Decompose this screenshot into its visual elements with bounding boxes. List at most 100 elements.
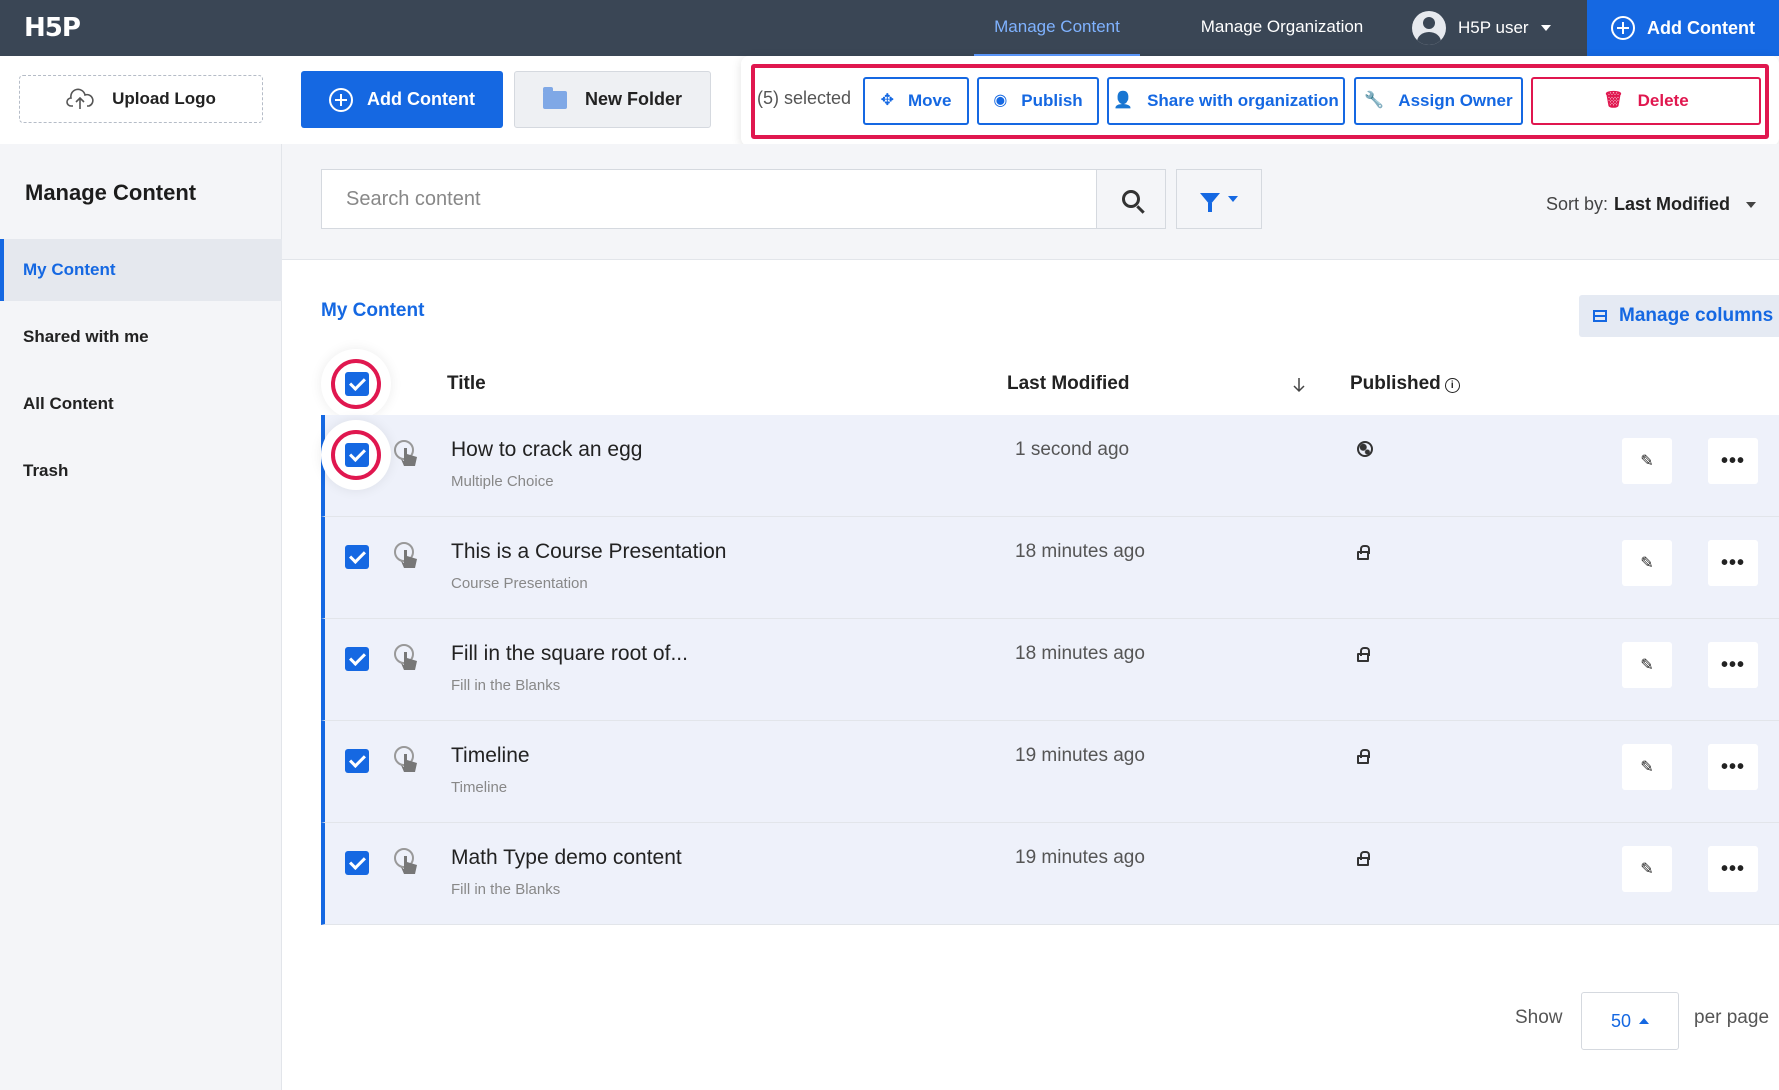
row-checkbox[interactable] — [345, 545, 369, 569]
breadcrumb[interactable]: My Content — [321, 300, 424, 322]
sidebar-title: Manage Content — [25, 180, 197, 205]
column-header-last-modified[interactable]: Last Modified — [1007, 373, 1129, 395]
add-content-button[interactable]: Add Content — [301, 71, 503, 128]
row-type: Timeline — [451, 779, 508, 796]
row-title[interactable]: This is a Course Presentation — [451, 540, 726, 564]
chevron-down-icon — [1228, 196, 1238, 202]
new-folder-button[interactable]: New Folder — [514, 71, 711, 128]
row-checkbox[interactable] — [345, 647, 369, 671]
publish-label: Publish — [1021, 91, 1083, 110]
table-row[interactable]: How to crack an egg Multiple Choice 1 se… — [321, 415, 1779, 517]
row-type: Fill in the Blanks — [451, 881, 561, 898]
sort-arrow-down-icon[interactable] — [1292, 377, 1306, 393]
top-add-content-button[interactable]: Add Content — [1587, 0, 1779, 56]
edit-button[interactable]: ✎ — [1622, 540, 1672, 586]
column-header-title[interactable]: Title — [447, 373, 486, 395]
sort-dropdown[interactable]: Sort by: Last Modified — [1546, 194, 1757, 215]
row-checkbox[interactable] — [345, 749, 369, 773]
table-row[interactable]: Fill in the square root of... Fill in th… — [321, 619, 1779, 721]
filter-icon — [1200, 193, 1220, 212]
row-checkbox[interactable] — [345, 443, 369, 467]
ellipsis-icon: ••• — [1720, 653, 1745, 676]
sidebar: Upload Logo Manage Content My Content Sh… — [0, 56, 282, 1090]
more-options-button[interactable]: ••• — [1708, 540, 1758, 586]
lock-icon — [1357, 851, 1370, 866]
per-page-select[interactable]: 50 — [1581, 992, 1679, 1050]
published-header-label: Published — [1350, 373, 1441, 394]
touch-icon — [393, 541, 421, 571]
info-icon[interactable]: i — [1444, 378, 1460, 393]
edit-button[interactable]: ✎ — [1622, 846, 1672, 892]
upload-logo-button[interactable]: Upload Logo — [19, 75, 263, 123]
lock-icon — [1357, 545, 1370, 560]
sort-label: Sort by: — [1546, 194, 1609, 214]
lock-icon — [1357, 647, 1370, 662]
touch-icon — [393, 643, 421, 673]
sidebar-item-trash[interactable]: Trash — [0, 440, 282, 502]
nav-manage-content[interactable]: Manage Content — [974, 0, 1140, 56]
table-icon — [1593, 310, 1607, 322]
upload-logo-label: Upload Logo — [112, 89, 216, 108]
folder-icon — [542, 86, 567, 109]
more-options-button[interactable]: ••• — [1708, 438, 1758, 484]
row-title[interactable]: Fill in the square root of... — [451, 642, 688, 666]
table-row[interactable]: Math Type demo content Fill in the Blank… — [321, 823, 1779, 925]
column-header-published[interactable]: Published i — [1350, 373, 1460, 395]
nav-manage-organization[interactable]: Manage Organization — [1180, 0, 1384, 56]
plus-circle-icon — [329, 87, 353, 112]
move-button[interactable]: ✥ Move — [863, 77, 969, 125]
sidebar-item-my-content[interactable]: My Content — [0, 239, 282, 301]
selected-count: (5) selected — [757, 88, 852, 108]
row-type: Fill in the Blanks — [451, 677, 561, 694]
sidebar-item-all-content[interactable]: All Content — [0, 373, 282, 435]
published-status — [1357, 849, 1370, 871]
top-navbar: H5P Manage Content Manage Organization H… — [0, 0, 1779, 56]
search-icon — [1122, 190, 1140, 208]
more-options-button[interactable]: ••• — [1708, 744, 1758, 790]
delete-button[interactable]: 🗑 Delete — [1531, 77, 1761, 125]
search-button[interactable] — [1097, 169, 1166, 229]
table-row[interactable]: Timeline Timeline 19 minutes ago ✎ ••• — [321, 721, 1779, 823]
show-label: Show — [1515, 1007, 1563, 1028]
published-status — [1357, 747, 1370, 769]
assign-owner-button[interactable]: 🔧 Assign Owner — [1354, 77, 1523, 125]
touch-icon — [393, 745, 421, 775]
ellipsis-icon: ••• — [1720, 551, 1745, 574]
manage-columns-button[interactable]: Manage columns — [1579, 295, 1779, 337]
row-modified: 18 minutes ago — [1015, 541, 1145, 562]
lock-icon — [1357, 749, 1370, 764]
trash-icon: 🗑 — [1603, 92, 1624, 109]
add-content-label: Add Content — [367, 89, 475, 109]
bulk-actions-highlight: (5) selected ✥ Move ◉ Publish 👤 Share wi… — [751, 64, 1769, 139]
key-icon: 🔧 — [1364, 92, 1385, 109]
filter-button[interactable] — [1176, 169, 1262, 229]
more-options-button[interactable]: ••• — [1708, 642, 1758, 688]
user-plus-icon: 👤 — [1113, 92, 1134, 109]
row-title[interactable]: Math Type demo content — [451, 846, 682, 870]
user-avatar-icon — [1412, 11, 1446, 45]
share-with-organization-button[interactable]: 👤 Share with organization — [1107, 77, 1345, 125]
upload-logo-area: Upload Logo — [0, 56, 282, 144]
pencil-icon: ✎ — [1640, 759, 1654, 776]
search-input[interactable]: Search content — [321, 169, 1097, 229]
table-row[interactable]: This is a Course Presentation Course Pre… — [321, 517, 1779, 619]
toolbar: Add Content New Folder (5) selected ✥ Mo… — [282, 56, 1779, 146]
publish-button[interactable]: ◉ Publish — [977, 77, 1099, 125]
h5p-logo[interactable]: H5P — [24, 13, 81, 43]
sidebar-item-shared-with-me[interactable]: Shared with me — [0, 306, 282, 368]
row-title[interactable]: Timeline — [451, 744, 530, 768]
edit-button[interactable]: ✎ — [1622, 744, 1672, 790]
ellipsis-icon: ••• — [1720, 755, 1745, 778]
more-options-button[interactable]: ••• — [1708, 846, 1758, 892]
row-title[interactable]: How to crack an egg — [451, 438, 642, 462]
per-page-value: 50 — [1610, 1010, 1632, 1031]
row-checkbox[interactable] — [345, 851, 369, 875]
edit-button[interactable]: ✎ — [1622, 438, 1672, 484]
edit-button[interactable]: ✎ — [1622, 642, 1672, 688]
bulk-actions-panel: (5) selected ✥ Move ◉ Publish 👤 Share wi… — [741, 56, 1779, 146]
delete-label: Delete — [1637, 91, 1689, 110]
manage-columns-label: Manage columns — [1619, 305, 1774, 326]
user-menu[interactable]: H5P user — [1412, 0, 1551, 56]
cloud-upload-icon — [66, 88, 94, 109]
select-all-checkbox[interactable] — [345, 372, 369, 396]
